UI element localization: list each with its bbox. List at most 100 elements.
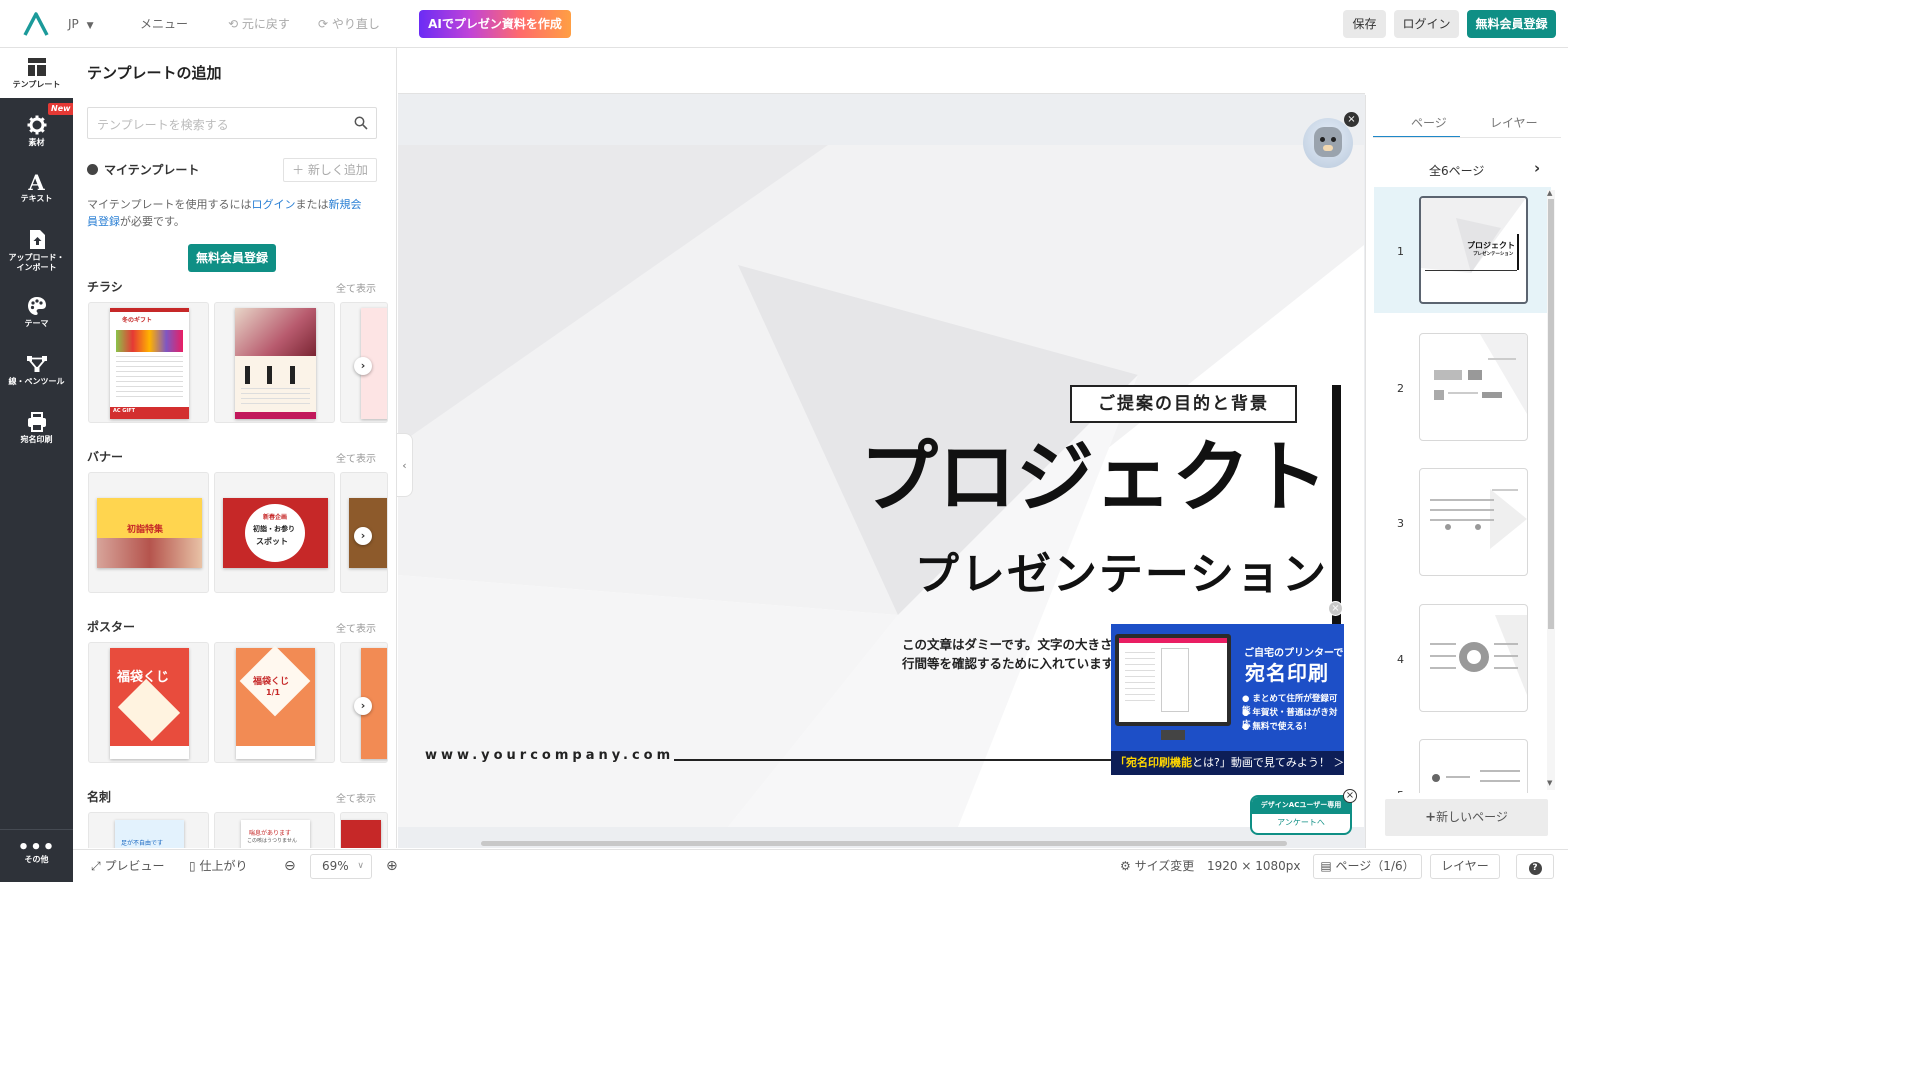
thumb-text: 冬のギフト xyxy=(122,317,153,324)
thumb-text: スポット xyxy=(256,537,288,546)
register-link-part1[interactable]: 新規会 xyxy=(328,198,361,211)
search-icon[interactable] xyxy=(354,116,368,130)
panel-register-button[interactable]: 無料会員登録 xyxy=(188,244,276,272)
business-card-template-card[interactable]: 足が不自由です xyxy=(88,812,209,848)
scroll-down-arrow-icon[interactable]: ▼ xyxy=(1547,779,1552,787)
page-count-label: 全6ページ xyxy=(1429,164,1485,178)
thumb-text: 喘息があります xyxy=(249,830,292,837)
thumb-text: 初詣・お参り xyxy=(253,525,295,533)
zoom-in-icon[interactable]: ⊕ xyxy=(386,850,398,883)
pages-scrollbar-thumb[interactable] xyxy=(1548,199,1554,629)
expand-icon: ⤢ xyxy=(91,859,101,873)
chevron-left-icon: ‹ xyxy=(402,459,407,472)
show-all-business-card[interactable]: 全て表示 xyxy=(336,790,376,805)
zoom-out-icon[interactable]: ⊖ xyxy=(284,850,296,883)
sidebar-item-pen-tool[interactable]: 線・ペンツール xyxy=(0,346,73,396)
survey-close-icon[interactable]: × xyxy=(1343,789,1357,803)
banner-template-card[interactable]: 初詣特集 xyxy=(88,472,209,593)
finish-preview-button[interactable]: ▯ 仕上がり xyxy=(189,850,247,883)
page-thumbnail-3[interactable] xyxy=(1419,468,1528,576)
sidebar-item-other[interactable]: ••• その他 xyxy=(0,837,73,875)
page-thumbnail-2[interactable] xyxy=(1419,333,1528,441)
new-page-button[interactable]: +新しいページ xyxy=(1385,799,1548,836)
app-logo-icon[interactable] xyxy=(22,10,50,38)
category-poster: ポスター xyxy=(87,620,136,634)
page-thumbnail-4[interactable] xyxy=(1419,604,1528,712)
undo-button[interactable]: ⟲ 元に戻す xyxy=(228,0,290,48)
chevron-right-icon[interactable]: › xyxy=(1534,159,1540,177)
register-button[interactable]: 無料会員登録 xyxy=(1467,10,1556,38)
banner-next-arrow[interactable]: › xyxy=(354,527,372,545)
flyer-next-arrow[interactable]: › xyxy=(354,357,372,375)
address-print-ad[interactable]: ご自宅のプリンターで 宛名印刷 ● まとめて住所が登録可能 ● 年賀状・普通はが… xyxy=(1111,624,1344,775)
tab-layers[interactable]: レイヤー xyxy=(1490,114,1538,131)
ad-footer-link[interactable]: 「宛名印刷機能とは?」動画で見てみよう！ ＞ xyxy=(1111,751,1344,775)
canvas-horizontal-scrollbar[interactable] xyxy=(481,841,1287,846)
poster-template-card[interactable]: 福袋くじ 1/1 xyxy=(214,642,335,763)
mascot-assistant[interactable] xyxy=(1303,118,1353,168)
zoom-select[interactable]: 69% ∨ xyxy=(310,854,372,879)
panel-title: テンプレートの追加 xyxy=(87,64,222,82)
mascot-close-icon[interactable]: × xyxy=(1344,112,1359,127)
canvas-size-label: 1920 × 1080px xyxy=(1207,859,1301,873)
help-icon: ? xyxy=(1528,862,1542,875)
page-number: 2 xyxy=(1397,382,1404,395)
sidebar-item-upload[interactable]: アップロード・ インポート xyxy=(0,222,73,278)
survey-popup[interactable]: デザインACユーザー専用 アンケートへ xyxy=(1250,795,1352,835)
mascot-face-icon xyxy=(1314,127,1342,157)
plus-icon: + xyxy=(1425,810,1437,825)
preview-button[interactable]: ⤢ プレビュー xyxy=(91,850,164,883)
show-all-flyer[interactable]: 全て表示 xyxy=(336,280,376,295)
printer-icon xyxy=(27,412,46,432)
page-number: 4 xyxy=(1397,653,1404,666)
menu-button[interactable]: メニュー xyxy=(140,0,188,48)
more-dots-icon: ••• xyxy=(17,837,56,858)
add-new-template-button[interactable]: ＋ 新しく追加 xyxy=(283,158,377,182)
language-selector[interactable]: JP ▼ xyxy=(68,0,94,48)
thumb-text: 初詣特集 xyxy=(127,525,164,535)
slide-url[interactable]: www.yourcompany.com xyxy=(425,748,674,763)
banner-template-card[interactable]: 新春企画 初詣・お参り スポット xyxy=(214,472,335,593)
flyer-template-card[interactable] xyxy=(214,302,335,423)
chevron-down-icon: ▼ xyxy=(86,21,94,31)
login-link[interactable]: ログイン xyxy=(251,198,295,211)
page-thumbnail-1[interactable]: プロジェクト プレゼンテーション xyxy=(1419,196,1528,304)
slide-purpose-box[interactable]: ご提案の目的と背景 xyxy=(1070,385,1297,423)
register-link-part2[interactable]: 員登録 xyxy=(87,215,120,228)
flyer-template-card[interactable]: 冬のギフト AC GIFT xyxy=(88,302,209,423)
size-change-button[interactable]: ⚙ サイズ変更 xyxy=(1120,850,1194,883)
sidebar-item-text[interactable]: A テキスト xyxy=(0,164,73,214)
category-banner: バナー xyxy=(87,450,124,464)
ai-presentation-button[interactable]: AIでプレゼン資料を作成 xyxy=(419,10,571,38)
show-all-poster[interactable]: 全て表示 xyxy=(336,620,376,635)
help-button[interactable]: ? xyxy=(1516,854,1554,879)
slide-subtitle[interactable]: プレゼンテーション xyxy=(798,545,1328,605)
layer-toggle-button[interactable]: レイヤー xyxy=(1430,854,1500,879)
login-button[interactable]: ログイン xyxy=(1394,10,1459,38)
banner-thumbnail: 初詣特集 xyxy=(97,498,202,568)
show-all-banner[interactable]: 全て表示 xyxy=(336,450,376,465)
palette-icon xyxy=(87,164,98,175)
poster-next-arrow[interactable]: › xyxy=(354,697,372,715)
sidebar-item-material[interactable]: New 素材 xyxy=(0,103,74,156)
page-toggle-button[interactable]: ▤ ページ（1/6） xyxy=(1313,854,1422,879)
collapse-panel-toggle[interactable]: ‹ xyxy=(397,433,413,497)
sidebar-item-theme[interactable]: テーマ xyxy=(0,288,73,338)
poster-template-card[interactable]: 福袋くじ xyxy=(88,642,209,763)
template-search-input[interactable]: テンプレートを検索する xyxy=(87,107,377,139)
gear-icon xyxy=(27,115,46,135)
template-icon xyxy=(27,58,46,76)
save-button[interactable]: 保存 xyxy=(1343,10,1386,38)
slide-title[interactable]: プロジェクト xyxy=(798,428,1328,528)
sidebar-item-template[interactable]: テンプレート xyxy=(0,48,73,98)
tab-pages[interactable]: ページ xyxy=(1411,114,1447,131)
pen-tool-icon xyxy=(26,356,47,372)
page-thumbnail-5[interactable] xyxy=(1419,739,1528,793)
redo-button[interactable]: ⟳ やり直し xyxy=(318,0,380,48)
thumb-text: AC GIFT xyxy=(113,408,136,414)
scroll-up-arrow-icon[interactable]: ▲ xyxy=(1547,189,1552,197)
business-card-template-card[interactable] xyxy=(340,812,388,848)
sidebar-item-address-print[interactable]: 宛名印刷 xyxy=(0,404,73,454)
ad-close-icon[interactable]: × xyxy=(1328,601,1343,616)
business-card-template-card[interactable]: 喘息があります この咳はうつりません xyxy=(214,812,335,848)
